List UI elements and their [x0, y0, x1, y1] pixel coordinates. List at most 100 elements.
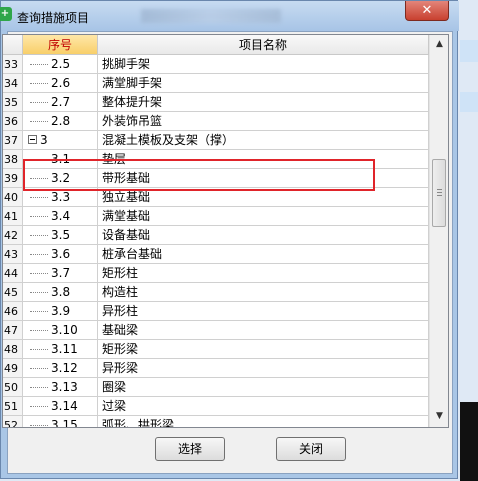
row-seq: 3.12: [51, 361, 78, 375]
row-index: 35: [3, 93, 23, 112]
row-seq: 3.6: [51, 247, 71, 261]
table-row[interactable]: 52 3.15 弧形、拱形梁: [3, 416, 429, 428]
row-seq-cell: 2.6: [23, 74, 98, 93]
scroll-down-icon[interactable]: ▼: [432, 409, 447, 424]
tree-connector-line: [30, 178, 48, 179]
tree-connector-line: [30, 349, 48, 350]
table-row[interactable]: 37 3 混凝土模板及支架（撑）: [3, 131, 429, 150]
table-row[interactable]: 51 3.14 过梁: [3, 397, 429, 416]
row-index: 49: [3, 359, 23, 378]
background-dark-area: [460, 402, 478, 481]
table-row[interactable]: 40 3.3 独立基础: [3, 188, 429, 207]
tree-connector-line: [30, 406, 48, 407]
table-row[interactable]: 39 3.2 带形基础: [3, 169, 429, 188]
row-seq-cell: 3.8: [23, 283, 98, 302]
collapse-icon[interactable]: [28, 135, 37, 144]
row-seq-cell: 3.3: [23, 188, 98, 207]
table-row[interactable]: 36 2.8 外装饰吊篮: [3, 112, 429, 131]
column-header-name[interactable]: 项目名称: [98, 35, 429, 55]
row-index: 50: [3, 378, 23, 397]
dialog-content: 序号 项目名称 33 2.5 挑脚手架 34 2.6 满堂脚手架 35 2.7 整体提升架 36 2…: [2, 31, 453, 474]
row-seq-cell: 3.5: [23, 226, 98, 245]
column-header-index[interactable]: [3, 35, 23, 55]
row-index: 38: [3, 150, 23, 169]
table-row[interactable]: 46 3.9 异形柱: [3, 302, 429, 321]
table-row[interactable]: 33 2.5 挑脚手架: [3, 55, 429, 74]
table-row[interactable]: 44 3.7 矩形柱: [3, 264, 429, 283]
grid-rows: 33 2.5 挑脚手架 34 2.6 满堂脚手架 35 2.7 整体提升架 36 2.8 外装饰吊篮 3…: [3, 55, 429, 428]
row-seq-cell: 3.9: [23, 302, 98, 321]
row-name: 外装饰吊篮: [98, 112, 429, 131]
close-icon[interactable]: ✕: [405, 1, 449, 21]
query-measures-dialog: + 查询措施项目 ✕ 序号 项目名称 33 2.5 挑脚手架 34 2.6 满堂脚手架 35…: [0, 0, 459, 479]
row-index: 51: [3, 397, 23, 416]
row-seq: 3.15: [51, 418, 78, 428]
row-seq: 3.10: [51, 323, 78, 337]
table-row[interactable]: 43 3.6 桩承台基础: [3, 245, 429, 264]
tree-connector-line: [30, 121, 48, 122]
row-seq-cell: 2.8: [23, 112, 98, 131]
row-index: 47: [3, 321, 23, 340]
row-index: 42: [3, 226, 23, 245]
row-seq-cell: 3.2: [23, 169, 98, 188]
vertical-scrollbar[interactable]: ▲ ▼: [429, 35, 448, 427]
row-seq: 2.8: [51, 114, 71, 128]
table-row[interactable]: 34 2.6 满堂脚手架: [3, 74, 429, 93]
row-seq: 2.5: [51, 57, 71, 71]
row-seq-cell: 3.6: [23, 245, 98, 264]
title-bar[interactable]: + 查询措施项目 ✕: [0, 1, 459, 31]
row-name: 矩形梁: [98, 340, 429, 359]
tree-connector-line: [30, 292, 48, 293]
tree-connector-line: [30, 254, 48, 255]
row-name: 混凝土模板及支架（撑）: [98, 131, 429, 150]
row-seq: 3.11: [51, 342, 78, 356]
table-row[interactable]: 49 3.12 异形梁: [3, 359, 429, 378]
table-row[interactable]: 38 3.1 垫层: [3, 150, 429, 169]
column-header-seq[interactable]: 序号: [23, 35, 98, 55]
thumb-grip: [437, 189, 442, 190]
tree-connector-line: [30, 235, 48, 236]
thumb-grip: [437, 195, 442, 196]
table-row[interactable]: 48 3.11 矩形梁: [3, 340, 429, 359]
row-seq: 3.5: [51, 228, 71, 242]
row-seq-cell: 3.12: [23, 359, 98, 378]
scrollbar-thumb[interactable]: [432, 159, 446, 227]
row-seq: 3.14: [51, 399, 78, 413]
table-row[interactable]: 47 3.10 基础梁: [3, 321, 429, 340]
row-name: 挑脚手架: [98, 55, 429, 74]
row-name: 基础梁: [98, 321, 429, 340]
table-row[interactable]: 45 3.8 构造柱: [3, 283, 429, 302]
row-index: 48: [3, 340, 23, 359]
row-index: 45: [3, 283, 23, 302]
thumb-grip: [437, 192, 442, 193]
row-name: 带形基础: [98, 169, 429, 188]
row-name: 设备基础: [98, 226, 429, 245]
row-seq: 2.6: [51, 76, 71, 90]
row-name: 过梁: [98, 397, 429, 416]
row-index: 37: [3, 131, 23, 150]
table-row[interactable]: 50 3.13 圈梁: [3, 378, 429, 397]
blurred-title-area: [141, 9, 281, 23]
tree-connector-line: [30, 387, 48, 388]
row-seq: 3.7: [51, 266, 71, 280]
table-row[interactable]: 42 3.5 设备基础: [3, 226, 429, 245]
row-seq-cell: 2.7: [23, 93, 98, 112]
row-name: 异形柱: [98, 302, 429, 321]
select-button[interactable]: 选择: [155, 437, 225, 461]
row-seq-cell: 3.11: [23, 340, 98, 359]
row-index: 34: [3, 74, 23, 93]
scroll-up-icon[interactable]: ▲: [432, 37, 447, 52]
row-name: 异形梁: [98, 359, 429, 378]
table-row[interactable]: 41 3.4 满堂基础: [3, 207, 429, 226]
row-name: 独立基础: [98, 188, 429, 207]
row-seq: 2.7: [51, 95, 71, 109]
table-row[interactable]: 35 2.7 整体提升架: [3, 93, 429, 112]
row-name: 矩形柱: [98, 264, 429, 283]
row-seq-cell: 3.13: [23, 378, 98, 397]
row-seq-cell: 3.4: [23, 207, 98, 226]
row-name: 弧形、拱形梁: [98, 416, 429, 427]
tree-connector-line: [30, 368, 48, 369]
row-seq-cell: 2.5: [23, 55, 98, 74]
close-button[interactable]: 关闭: [276, 437, 346, 461]
row-seq: 3: [40, 133, 48, 147]
